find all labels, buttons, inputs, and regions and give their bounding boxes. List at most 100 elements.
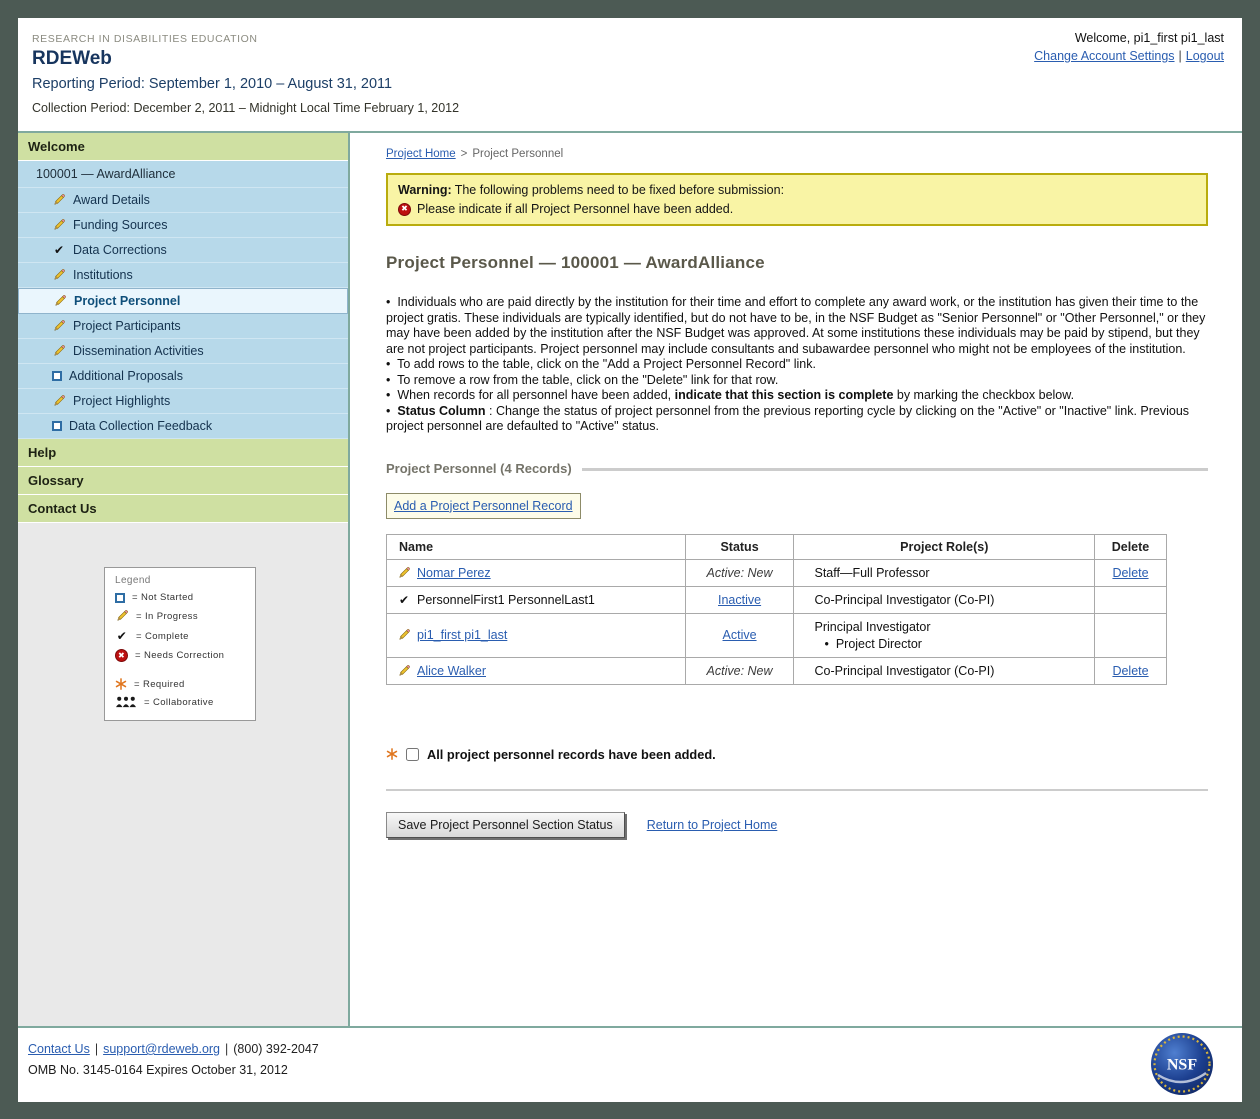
sidebar-item-data-corrections[interactable]: Data Corrections <box>18 238 348 263</box>
section-divider <box>386 789 1208 791</box>
table-row: pi1_first pi1_last Active Principal Inve… <box>387 613 1167 657</box>
nsf-logo: NSF <box>1150 1032 1214 1096</box>
delete-cell-empty <box>1095 613 1167 657</box>
required-asterisk-icon <box>115 678 127 690</box>
project-role-main: Principal Investigator <box>814 620 1086 634</box>
sidebar-item-glossary[interactable]: Glossary <box>18 467 348 495</box>
app-window: RESEARCH IN DISABILITIES EDUCATION RDEWe… <box>18 18 1242 1102</box>
project-role-cell: Co-Principal Investigator (Co-PI) <box>794 586 1095 613</box>
column-header-status: Status <box>685 534 794 559</box>
project-role-cell: Principal Investigator Project Director <box>794 613 1095 657</box>
pencil-icon <box>52 394 66 408</box>
instruction-item: Individuals who are paid directly by the… <box>386 295 1208 357</box>
action-bar: Save Project Personnel Section Status Re… <box>386 812 1208 838</box>
delete-cell-empty <box>1095 586 1167 613</box>
project-role-cell: Co-Principal Investigator (Co-PI) <box>794 657 1095 684</box>
reporting-period: Reporting Period: September 1, 2010 – Au… <box>32 76 1222 92</box>
footer-contact-us-link[interactable]: Contact Us <box>28 1042 90 1056</box>
pencil-icon <box>397 566 411 580</box>
not-started-icon <box>52 371 62 381</box>
all-records-added-checkbox[interactable] <box>406 748 419 761</box>
add-record-box: Add a Project Personnel Record <box>386 493 581 519</box>
completion-row: All project personnel records have been … <box>386 747 1208 762</box>
sidebar-item-award[interactable]: 100001 — AwardAlliance <box>18 161 348 188</box>
sidebar-nav: Welcome 100001 — AwardAlliance Award Det… <box>18 133 350 1026</box>
table-header-row: Name Status Project Role(s) Delete <box>387 534 1167 559</box>
legend-item-collaborative: = Collaborative <box>115 696 247 708</box>
sidebar-item-data-collection-feedback[interactable]: Data Collection Feedback <box>18 414 348 439</box>
column-header-delete: Delete <box>1095 534 1167 559</box>
breadcrumb-project-home-link[interactable]: Project Home <box>386 148 456 160</box>
breadcrumb-separator: > <box>461 148 468 160</box>
pencil-icon <box>52 344 66 358</box>
nsf-logo-text: NSF <box>1167 1057 1197 1074</box>
legend-item-complete: = Complete <box>115 629 247 643</box>
page-title: Project Personnel — 100001 — AwardAllian… <box>386 253 1208 273</box>
sidebar-item-project-participants[interactable]: Project Participants <box>18 314 348 339</box>
status-text: Active: New <box>707 566 773 580</box>
section-rule <box>582 468 1208 471</box>
personnel-name-link[interactable]: Alice Walker <box>417 664 486 678</box>
pencil-icon <box>52 268 66 282</box>
all-records-added-label: All project personnel records have been … <box>427 747 716 762</box>
separator: | <box>225 1042 228 1056</box>
instruction-item: Status Column : Change the status of pro… <box>386 404 1208 435</box>
table-row: Nomar Perez Active: New Staff—Full Profe… <box>387 559 1167 586</box>
main-content: Project Home > Project Personnel Warning: T… <box>350 133 1242 1026</box>
breadcrumb: Project Home > Project Personnel <box>386 148 1208 160</box>
pencil-icon <box>53 294 67 308</box>
sidebar-item-project-highlights[interactable]: Project Highlights <box>18 389 348 414</box>
sidebar-item-welcome[interactable]: Welcome <box>18 133 348 161</box>
pencil-icon <box>52 319 66 333</box>
error-icon <box>115 649 128 662</box>
omb-number-text: OMB No. 3145-0164 Expires October 31, 20… <box>28 1063 1222 1077</box>
legend-item-required: = Required <box>115 678 247 690</box>
warning-label: Warning: <box>398 183 452 197</box>
welcome-user-text: Welcome, pi1_first pi1_last <box>1034 31 1224 45</box>
collection-period: Collection Period: December 2, 2011 – Mi… <box>32 101 1222 115</box>
save-section-status-button[interactable]: Save Project Personnel Section Status <box>386 812 625 838</box>
table-row: PersonnelFirst1 PersonnelLast1 Inactive … <box>387 586 1167 613</box>
column-header-name: Name <box>387 534 686 559</box>
delete-link[interactable]: Delete <box>1112 664 1148 678</box>
status-link[interactable]: Active <box>723 628 757 642</box>
personnel-name-link[interactable]: pi1_first pi1_last <box>417 628 507 642</box>
delete-link[interactable]: Delete <box>1112 566 1148 580</box>
legend-title: Legend <box>115 575 247 586</box>
sidebar-item-award-details[interactable]: Award Details <box>18 188 348 213</box>
records-section-header: Project Personnel (4 Records) <box>386 461 1208 476</box>
sidebar-item-project-personnel[interactable]: Project Personnel <box>18 288 348 314</box>
records-count-heading: Project Personnel (4 Records) <box>386 461 572 476</box>
return-to-project-home-link[interactable]: Return to Project Home <box>647 818 778 832</box>
project-role-sub: Project Director <box>824 637 1086 651</box>
status-link[interactable]: Inactive <box>718 593 761 607</box>
sidebar-item-help[interactable]: Help <box>18 439 348 467</box>
change-account-settings-link[interactable]: Change Account Settings <box>1034 49 1174 63</box>
error-icon <box>398 203 411 216</box>
footer-email-link[interactable]: support@rdeweb.org <box>103 1042 220 1056</box>
separator: | <box>95 1042 98 1056</box>
sidebar-item-contact-us[interactable]: Contact Us <box>18 495 348 523</box>
pencil-icon <box>52 218 66 232</box>
warning-item-text: Please indicate if all Project Personnel… <box>417 202 733 216</box>
check-icon <box>115 629 129 643</box>
sidebar-item-funding-sources[interactable]: Funding Sources <box>18 213 348 238</box>
sidebar-item-dissemination-activities[interactable]: Dissemination Activities <box>18 339 348 364</box>
footer: Contact Us|support@rdeweb.org|(800) 392-… <box>18 1026 1242 1102</box>
not-started-icon <box>115 593 125 603</box>
personnel-table: Name Status Project Role(s) Delete Nomar… <box>386 534 1167 685</box>
check-icon <box>397 593 411 607</box>
instruction-item: To remove a row from the table, click on… <box>386 373 1208 389</box>
table-row: Alice Walker Active: New Co-Principal In… <box>387 657 1167 684</box>
breadcrumb-current: Project Personnel <box>472 148 563 160</box>
sidebar-item-additional-proposals[interactable]: Additional Proposals <box>18 364 348 389</box>
pencil-icon <box>397 628 411 642</box>
sidebar-item-institutions[interactable]: Institutions <box>18 263 348 288</box>
legend-item-in-progress: = In Progress <box>115 609 247 623</box>
legend-item-not-started: = Not Started <box>115 592 247 603</box>
personnel-name-link[interactable]: Nomar Perez <box>417 566 491 580</box>
logout-link[interactable]: Logout <box>1186 49 1224 63</box>
column-header-project-roles: Project Role(s) <box>794 534 1095 559</box>
add-project-personnel-record-link[interactable]: Add a Project Personnel Record <box>394 499 573 513</box>
pencil-icon <box>397 664 411 678</box>
